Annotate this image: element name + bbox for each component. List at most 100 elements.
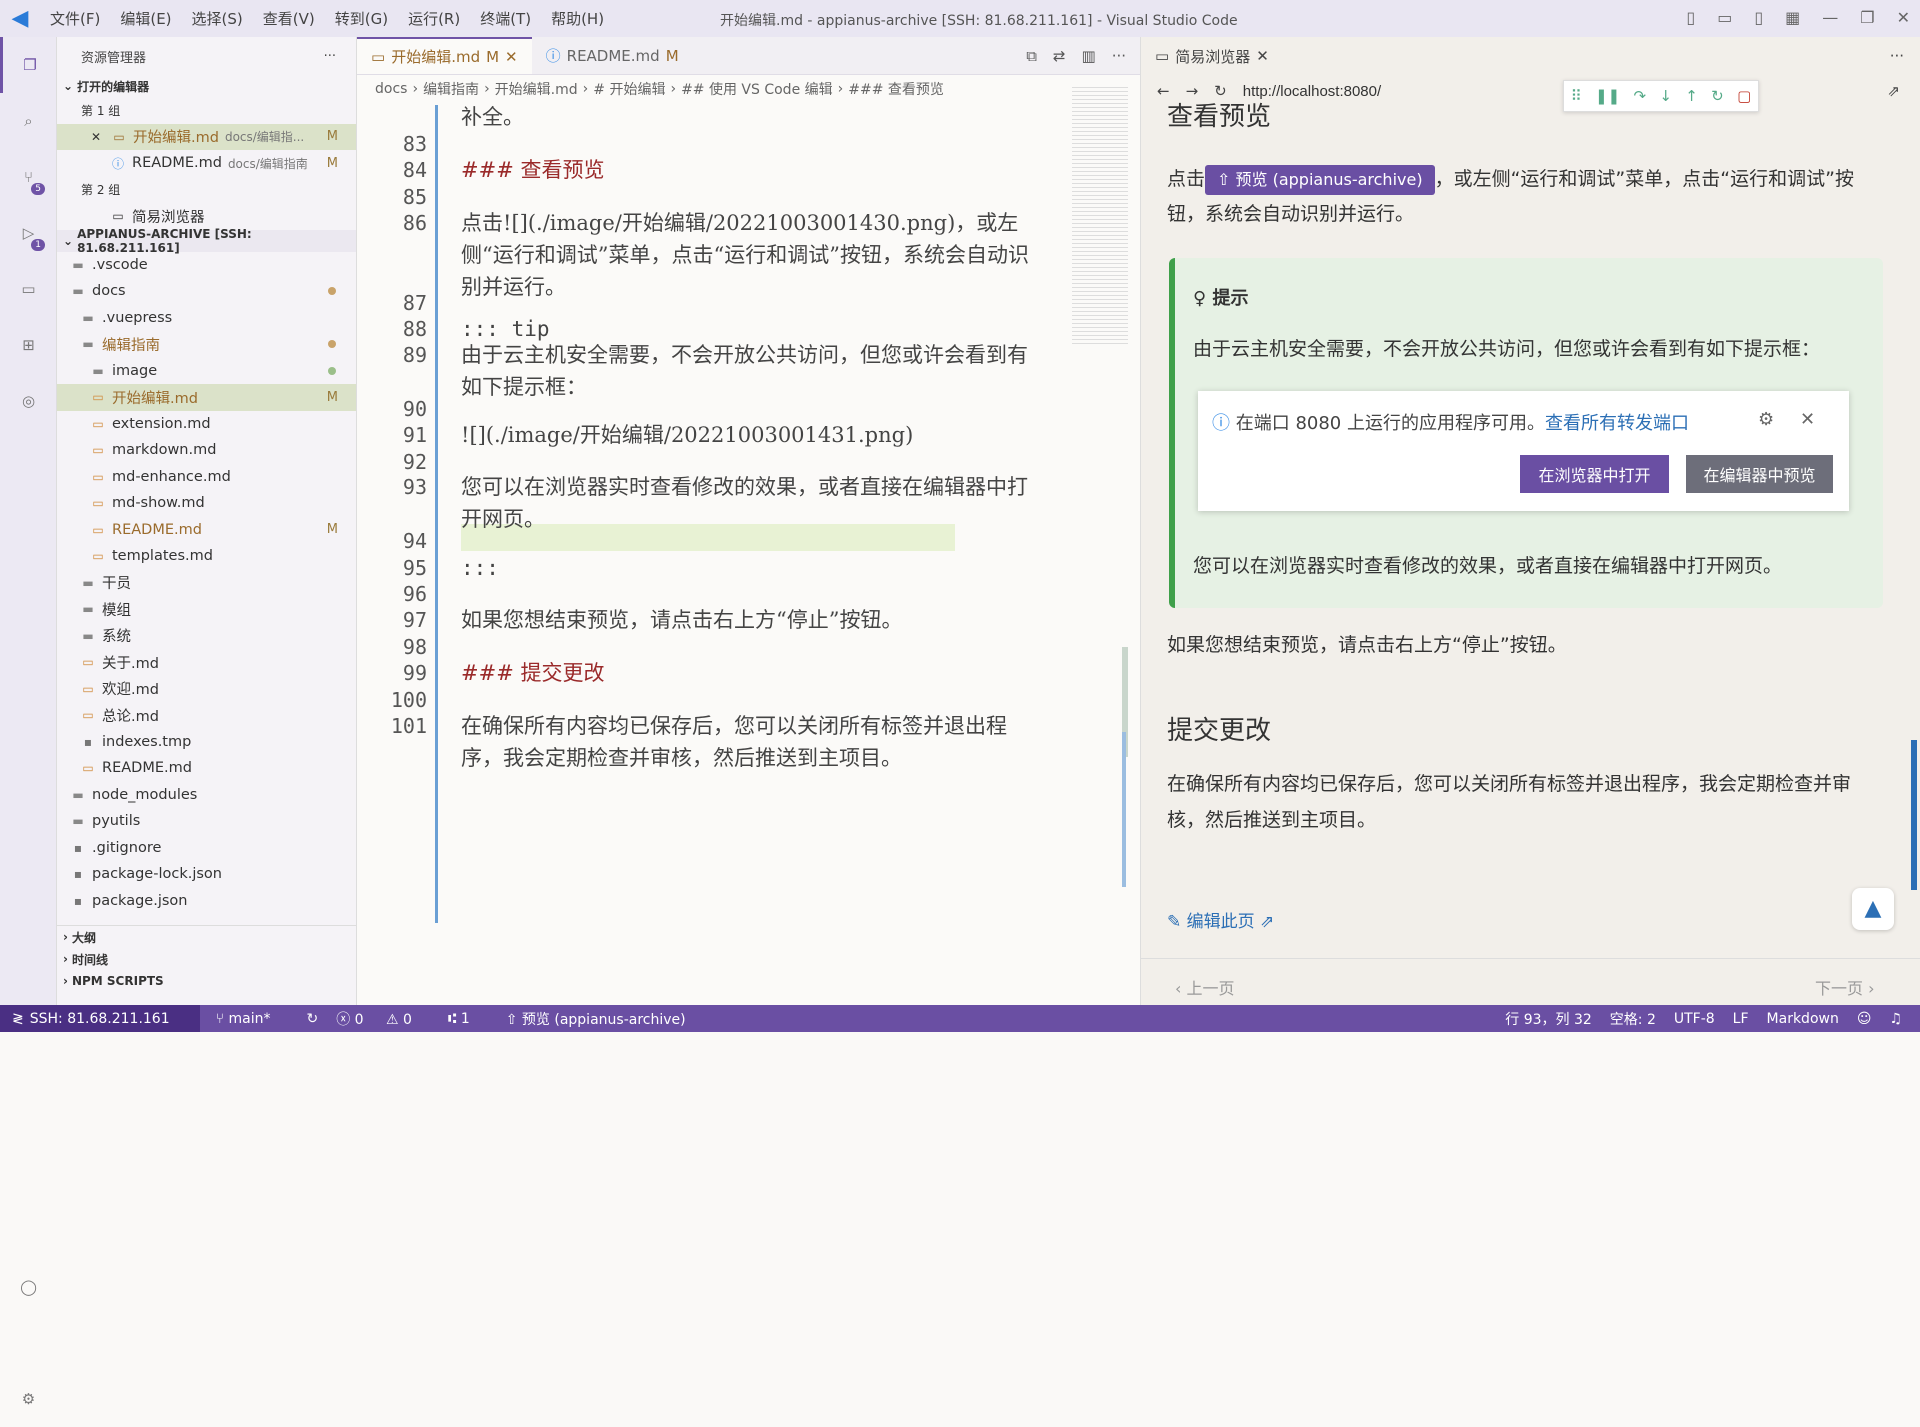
menu-item[interactable]: 转到(G) [335, 10, 388, 28]
breadcrumb-item[interactable]: ## 使用 VS Code 编辑 [681, 79, 833, 99]
run-debug-icon[interactable]: ▷ 1 [0, 205, 57, 261]
restart-icon[interactable]: ↻ [1711, 87, 1724, 105]
drag-handle-icon[interactable]: ⠿ [1571, 87, 1582, 105]
tab-kaishi[interactable]: ▭ 开始编辑.md M ✕ [357, 37, 532, 74]
settings-gear-icon[interactable]: ⚙ [0, 1371, 57, 1427]
search-icon[interactable]: ⌕ [0, 93, 57, 149]
open-editor-item[interactable]: ▭ 简易浏览器 [57, 203, 356, 230]
file-item[interactable]: ▭ 关于.md [57, 649, 356, 676]
restore-button[interactable]: ❐ [1860, 8, 1874, 27]
open-editor-item[interactable]: ⓘ README.md docs/编辑指南 M [57, 150, 356, 177]
close-icon[interactable]: ✕ [1800, 409, 1815, 430]
file-item[interactable]: ▭ README.md M [57, 517, 356, 544]
indentation[interactable]: 空格: 2 [1610, 1009, 1656, 1029]
breadcrumb-item[interactable]: ### 查看预览 [848, 79, 944, 99]
language-mode[interactable]: Markdown [1767, 1011, 1839, 1027]
bell-icon[interactable]: ♫ [1889, 1011, 1902, 1027]
more-actions-icon[interactable]: ··· [324, 49, 336, 64]
encoding[interactable]: UTF-8 [1674, 1011, 1715, 1027]
folder-item[interactable]: ▬ 系统 [57, 623, 356, 650]
prev-page-link[interactable]: ‹ 上一页 [1175, 975, 1235, 999]
toggle-secondary-icon[interactable]: ▯ [1754, 8, 1763, 27]
folder-item[interactable]: ▬ .vuepress [57, 305, 356, 332]
menu-item[interactable]: 终端(T) [480, 10, 531, 28]
more-actions-icon[interactable]: ··· [1890, 47, 1904, 65]
file-item[interactable]: ▭ 开始编辑.md M [57, 384, 356, 411]
step-over-icon[interactable]: ↷ [1633, 87, 1646, 105]
close-icon[interactable]: ✕ [1256, 47, 1269, 65]
toggle-panel-icon[interactable]: ▭ [1717, 8, 1732, 27]
extensions-icon[interactable]: ⊞ [0, 317, 57, 373]
folder-item[interactable]: ▬ pyutils [57, 808, 356, 835]
ports-item[interactable]: ⑆ 1 [448, 1011, 488, 1027]
close-window-button[interactable]: ✕ [1897, 8, 1910, 27]
open-in-browser-button[interactable]: 在浏览器中打开 [1520, 455, 1669, 493]
layout-icon[interactable]: ▦ [1785, 8, 1800, 27]
preview-in-editor-button[interactable]: 在编辑器中预览 [1686, 455, 1833, 493]
outline-section[interactable]: › 大纲 [57, 926, 357, 948]
open-editors-section[interactable]: ⌄ 打开的编辑器 [57, 75, 356, 97]
folder-item[interactable]: ▬ node_modules [57, 782, 356, 809]
cursor-position[interactable]: 行 93，列 32 [1505, 1009, 1592, 1029]
file-item[interactable]: ▪ indexes.tmp [57, 729, 356, 756]
pause-icon[interactable]: ❚❚ [1595, 87, 1620, 105]
feedback-icon[interactable]: ☺ [1857, 1011, 1872, 1027]
back-icon[interactable]: ← [1157, 82, 1170, 100]
file-item[interactable]: ▭ markdown.md [57, 437, 356, 464]
reload-icon[interactable]: ↻ [1214, 82, 1227, 100]
folder-item[interactable]: ▬ 编辑指南 [57, 331, 356, 358]
file-item[interactable]: ▪ package-lock.json [57, 861, 356, 888]
step-out-icon[interactable]: ↑ [1685, 87, 1698, 105]
edit-page-link[interactable]: ✎ 编辑此页 ⇗ [1167, 907, 1274, 932]
file-item[interactable]: ▭ md-enhance.md [57, 464, 356, 491]
tab-readme[interactable]: ⓘ README.md M [532, 37, 693, 74]
menu-item[interactable]: 编辑(E) [120, 10, 171, 28]
menu-item[interactable]: 查看(V) [263, 10, 315, 28]
timeline-section[interactable]: › 时间线 [57, 948, 357, 970]
folder-item[interactable]: ▬ 模组 [57, 596, 356, 623]
forward-icon[interactable]: → [1186, 82, 1199, 100]
minimap[interactable] [1072, 87, 1128, 347]
folder-item[interactable]: ▬ image [57, 358, 356, 385]
back-to-top-icon[interactable]: ▲ [1852, 888, 1894, 930]
open-external-icon[interactable]: ⇗ [1887, 82, 1900, 100]
menu-item[interactable]: 文件(F) [50, 10, 100, 28]
breadcrumb-item[interactable]: docs [375, 81, 407, 97]
breadcrumb-item[interactable]: 开始编辑.md [495, 79, 578, 99]
account-icon[interactable]: ◯ [0, 1259, 57, 1315]
sync-icon[interactable]: ↻ [306, 1011, 318, 1027]
browser-scrollbar[interactable] [1911, 740, 1917, 890]
folder-item[interactable]: ▬ 干员 [57, 570, 356, 597]
more-actions-icon[interactable]: ··· [1112, 47, 1126, 65]
open-preview-icon[interactable]: ⧉ [1026, 47, 1037, 65]
split-editor-icon[interactable]: ▥ [1082, 47, 1096, 65]
folder-item[interactable]: ▬ .vscode [57, 252, 356, 279]
file-item[interactable]: ▭ extension.md [57, 411, 356, 438]
file-item[interactable]: ▭ README.md [57, 755, 356, 782]
edge-icon[interactable]: ◎ [0, 373, 57, 429]
open-editor-item[interactable]: ✕ ▭ 开始编辑.md docs/编辑指... M [57, 123, 356, 150]
breadcrumb-item[interactable]: 编辑指南 [423, 79, 479, 99]
forwarded-ports-link[interactable]: 查看所有转发端口 [1545, 413, 1689, 434]
file-item[interactable]: ▭ md-show.md [57, 490, 356, 517]
file-item[interactable]: ▭ 欢迎.md [57, 676, 356, 703]
code-area[interactable]: 补全。 83 84 ### 查看预览 85 86 点击![](./image/开始编辑/20… [357, 105, 1077, 1005]
file-item[interactable]: ▪ package.json [57, 888, 356, 915]
branch-item[interactable]: ⑂ main* [216, 1011, 289, 1027]
menu-item[interactable]: 选择(S) [192, 10, 243, 28]
explorer-icon[interactable]: ❐ [0, 37, 57, 93]
toggle-sidebar-icon[interactable]: ▯ [1686, 8, 1695, 27]
file-item[interactable]: ▪ .gitignore [57, 835, 356, 862]
workspace-root[interactable]: ⌄ APPIANUS-ARCHIVE [SSH: 81.68.211.161] [57, 227, 356, 255]
close-icon[interactable]: ✕ [87, 130, 105, 144]
file-item[interactable]: ▭ templates.md [57, 543, 356, 570]
remote-indicator[interactable]: ≷ SSH: 81.68.211.161 [0, 1005, 200, 1032]
file-item[interactable]: ▭ 总论.md [57, 702, 356, 729]
source-control-icon[interactable]: ⑂ 5 [0, 149, 57, 205]
tab-simple-browser[interactable]: 简易浏览器 [1175, 46, 1250, 67]
npm-scripts-section[interactable]: › NPM SCRIPTS [57, 970, 357, 992]
menu-item[interactable]: 帮助(H) [551, 10, 604, 28]
gear-icon[interactable]: ⚙ [1758, 409, 1774, 430]
next-page-link[interactable]: 下一页 › [1815, 975, 1875, 999]
problems-item[interactable]: ⓧ 0 ⚠ 0 [336, 1009, 430, 1029]
